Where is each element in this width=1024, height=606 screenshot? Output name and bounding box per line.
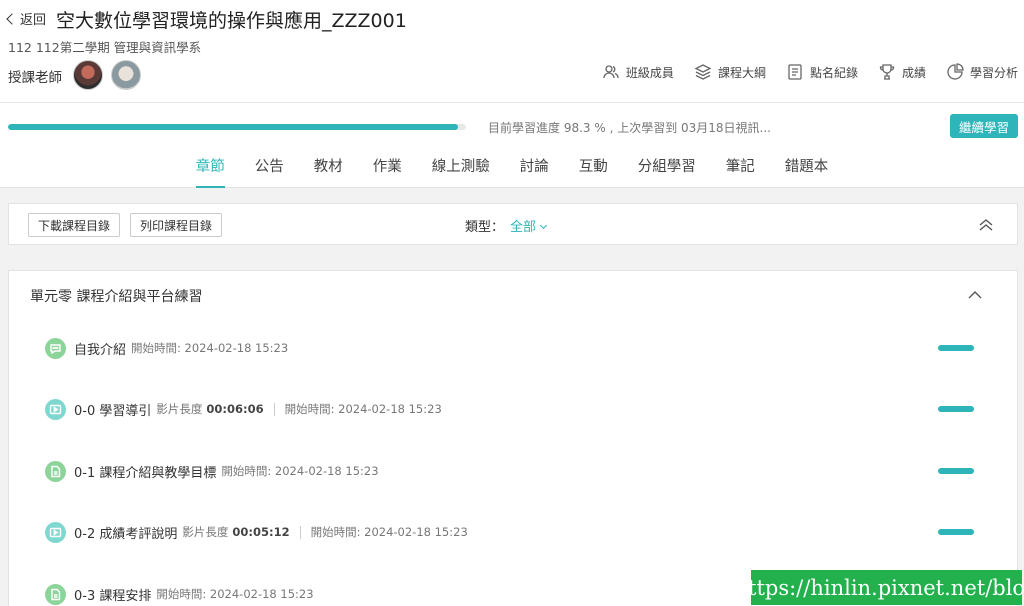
tab-notes[interactable]: 筆記	[711, 150, 770, 188]
item-duration: 影片長度 00:05:12	[182, 525, 290, 539]
continue-learning-button[interactable]: 繼續學習	[950, 114, 1018, 138]
double-chevron-up-icon	[979, 219, 993, 231]
chevron-left-icon	[6, 13, 18, 25]
teacher-label: 授課老師	[8, 70, 62, 86]
type-filter: 類型： 全部	[465, 216, 548, 235]
completion-status-bar	[938, 529, 974, 535]
print-catalog-button[interactable]: 列印課程目錄	[130, 213, 223, 237]
progress-text: 目前學習進度 98.3 % , 上次學習到 03月18日視訊...	[488, 121, 771, 135]
catalog-toolbar: 下載課程目錄 列印課程目錄 類型： 全部	[8, 203, 1018, 245]
item-start-time: 開始時間: 2024-02-18 15:23	[156, 587, 314, 601]
chat-icon	[45, 337, 66, 359]
tab-announcements[interactable]: 公告	[240, 150, 299, 188]
download-catalog-button[interactable]: 下載課程目錄	[28, 213, 121, 237]
item-title: 0-3 課程安排	[74, 588, 152, 604]
back-button[interactable]: 返回	[6, 9, 47, 28]
completion-status-bar	[938, 345, 974, 351]
type-filter-label: 類型：	[465, 220, 505, 235]
file-icon	[45, 460, 66, 482]
class-members-link[interactable]: 班級成員	[602, 63, 674, 81]
syllabus-link[interactable]: 課程大綱	[694, 63, 766, 81]
tab-online-quiz[interactable]: 線上測驗	[417, 150, 505, 188]
list-item[interactable]: 0-0 學習導引 影片長度 00:06:06 開始時間: 2024-02-18 1…	[45, 398, 1017, 420]
item-start-time: 開始時間: 2024-02-18 15:23	[131, 341, 289, 355]
tab-interaction[interactable]: 互動	[564, 150, 623, 188]
trophy-icon	[879, 64, 895, 80]
item-start-time: 開始時間: 2024-02-18 15:23	[284, 402, 442, 416]
learning-progress-bar	[8, 124, 466, 130]
completion-status-bar	[938, 468, 974, 474]
divider	[299, 525, 301, 539]
teacher-avatar[interactable]	[111, 60, 141, 90]
course-header: 返回 空大數位學習環境的操作與應用_ZZZ001 112 112第二學期 管理與…	[0, 0, 1024, 188]
members-icon	[603, 65, 619, 79]
chevron-up-icon	[968, 291, 982, 299]
course-title: 空大數位學習環境的操作與應用_ZZZ001	[56, 10, 407, 32]
tab-discussion[interactable]: 討論	[505, 150, 564, 188]
item-start-time: 開始時間: 2024-02-18 15:23	[221, 464, 379, 478]
tab-chapters[interactable]: 章節	[181, 150, 240, 188]
type-filter-select[interactable]: 全部	[510, 220, 548, 235]
list-item[interactable]: 0-1 課程介紹與教學目標 開始時間: 2024-02-18 15:23	[45, 460, 1017, 482]
chevron-down-icon	[539, 221, 548, 230]
item-start-time: 開始時間: 2024-02-18 15:23	[310, 525, 468, 539]
file-icon	[45, 583, 66, 605]
teacher-avatar[interactable]	[73, 60, 103, 90]
tab-mistakes[interactable]: 錯題本	[770, 150, 844, 188]
document-icon	[788, 64, 802, 80]
course-tabs: 章節 公告 教材 作業 線上測驗 討論 互動 分組學習 筆記 錯題本	[0, 150, 1024, 188]
learning-analysis-link[interactable]: 學習分析	[946, 63, 1018, 81]
tab-materials[interactable]: 教材	[299, 150, 358, 188]
unit-title: 單元零 課程介紹與平台練習	[30, 289, 203, 305]
completion-status-bar	[938, 406, 974, 412]
item-title: 自我介紹	[74, 342, 127, 358]
unit-collapse-button[interactable]	[967, 287, 983, 303]
item-title: 0-0 學習導引	[74, 403, 152, 419]
back-label: 返回	[20, 13, 47, 28]
tab-group-learning[interactable]: 分組學習	[623, 150, 711, 188]
list-item[interactable]: 0-2 成績考評說明 影片長度 00:05:12 開始時間: 2024-02-18…	[45, 521, 1017, 543]
grades-link[interactable]: 成績	[878, 63, 926, 81]
progress-fill	[8, 124, 459, 130]
course-tools: 班級成員 課程大綱 點名紀錄 成績 學習分析	[602, 63, 1018, 81]
pie-chart-icon	[947, 63, 964, 80]
list-item[interactable]: 自我介紹 開始時間: 2024-02-18 15:23	[45, 337, 1017, 359]
layers-icon	[694, 64, 712, 80]
collapse-all-button[interactable]	[977, 216, 995, 234]
play-icon	[45, 521, 66, 543]
blog-watermark: https://hinlin.pixnet.net/blog	[734, 570, 1024, 605]
divider	[0, 102, 1024, 103]
item-duration: 影片長度 00:06:06	[156, 402, 264, 416]
tab-assignments[interactable]: 作業	[358, 150, 417, 188]
item-title: 0-1 課程介紹與教學目標	[74, 465, 217, 481]
course-term: 112 112第二學期 管理與資訊學系	[8, 40, 202, 55]
attendance-link[interactable]: 點名紀錄	[786, 63, 858, 81]
item-title: 0-2 成績考評說明	[74, 526, 178, 542]
divider	[273, 402, 275, 416]
unit-section: 單元零 課程介紹與平台練習 自我介紹 開始時間: 2024-02-18 15:2…	[8, 270, 1018, 606]
play-icon	[45, 398, 66, 420]
